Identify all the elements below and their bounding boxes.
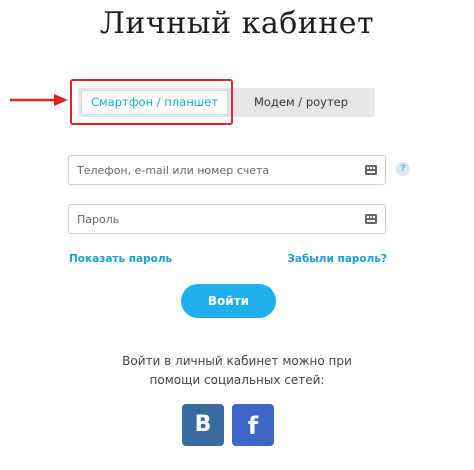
page-title: Личный кабинет bbox=[99, 6, 375, 41]
show-password-link[interactable]: Показать пароль bbox=[69, 253, 172, 265]
password-input[interactable] bbox=[77, 205, 357, 233]
help-icon[interactable]: ? bbox=[396, 162, 410, 176]
tab-modem-router[interactable]: Модем / роутер bbox=[230, 90, 372, 115]
login-button[interactable]: Войти bbox=[181, 284, 276, 318]
vk-icon[interactable]: B bbox=[182, 404, 224, 446]
keyboard-icon[interactable] bbox=[365, 165, 377, 175]
facebook-icon[interactable]: f bbox=[232, 404, 274, 446]
keyboard-icon[interactable] bbox=[365, 214, 377, 224]
arrow-icon bbox=[10, 94, 68, 106]
login-input[interactable] bbox=[77, 156, 357, 184]
social-login-text: Войти в личный кабинет можно при помощи … bbox=[122, 354, 352, 387]
highlight-frame bbox=[70, 79, 233, 125]
forgot-password-link[interactable]: Забыли пароль? bbox=[287, 253, 387, 265]
password-field[interactable] bbox=[68, 204, 386, 234]
login-field[interactable] bbox=[68, 155, 386, 185]
